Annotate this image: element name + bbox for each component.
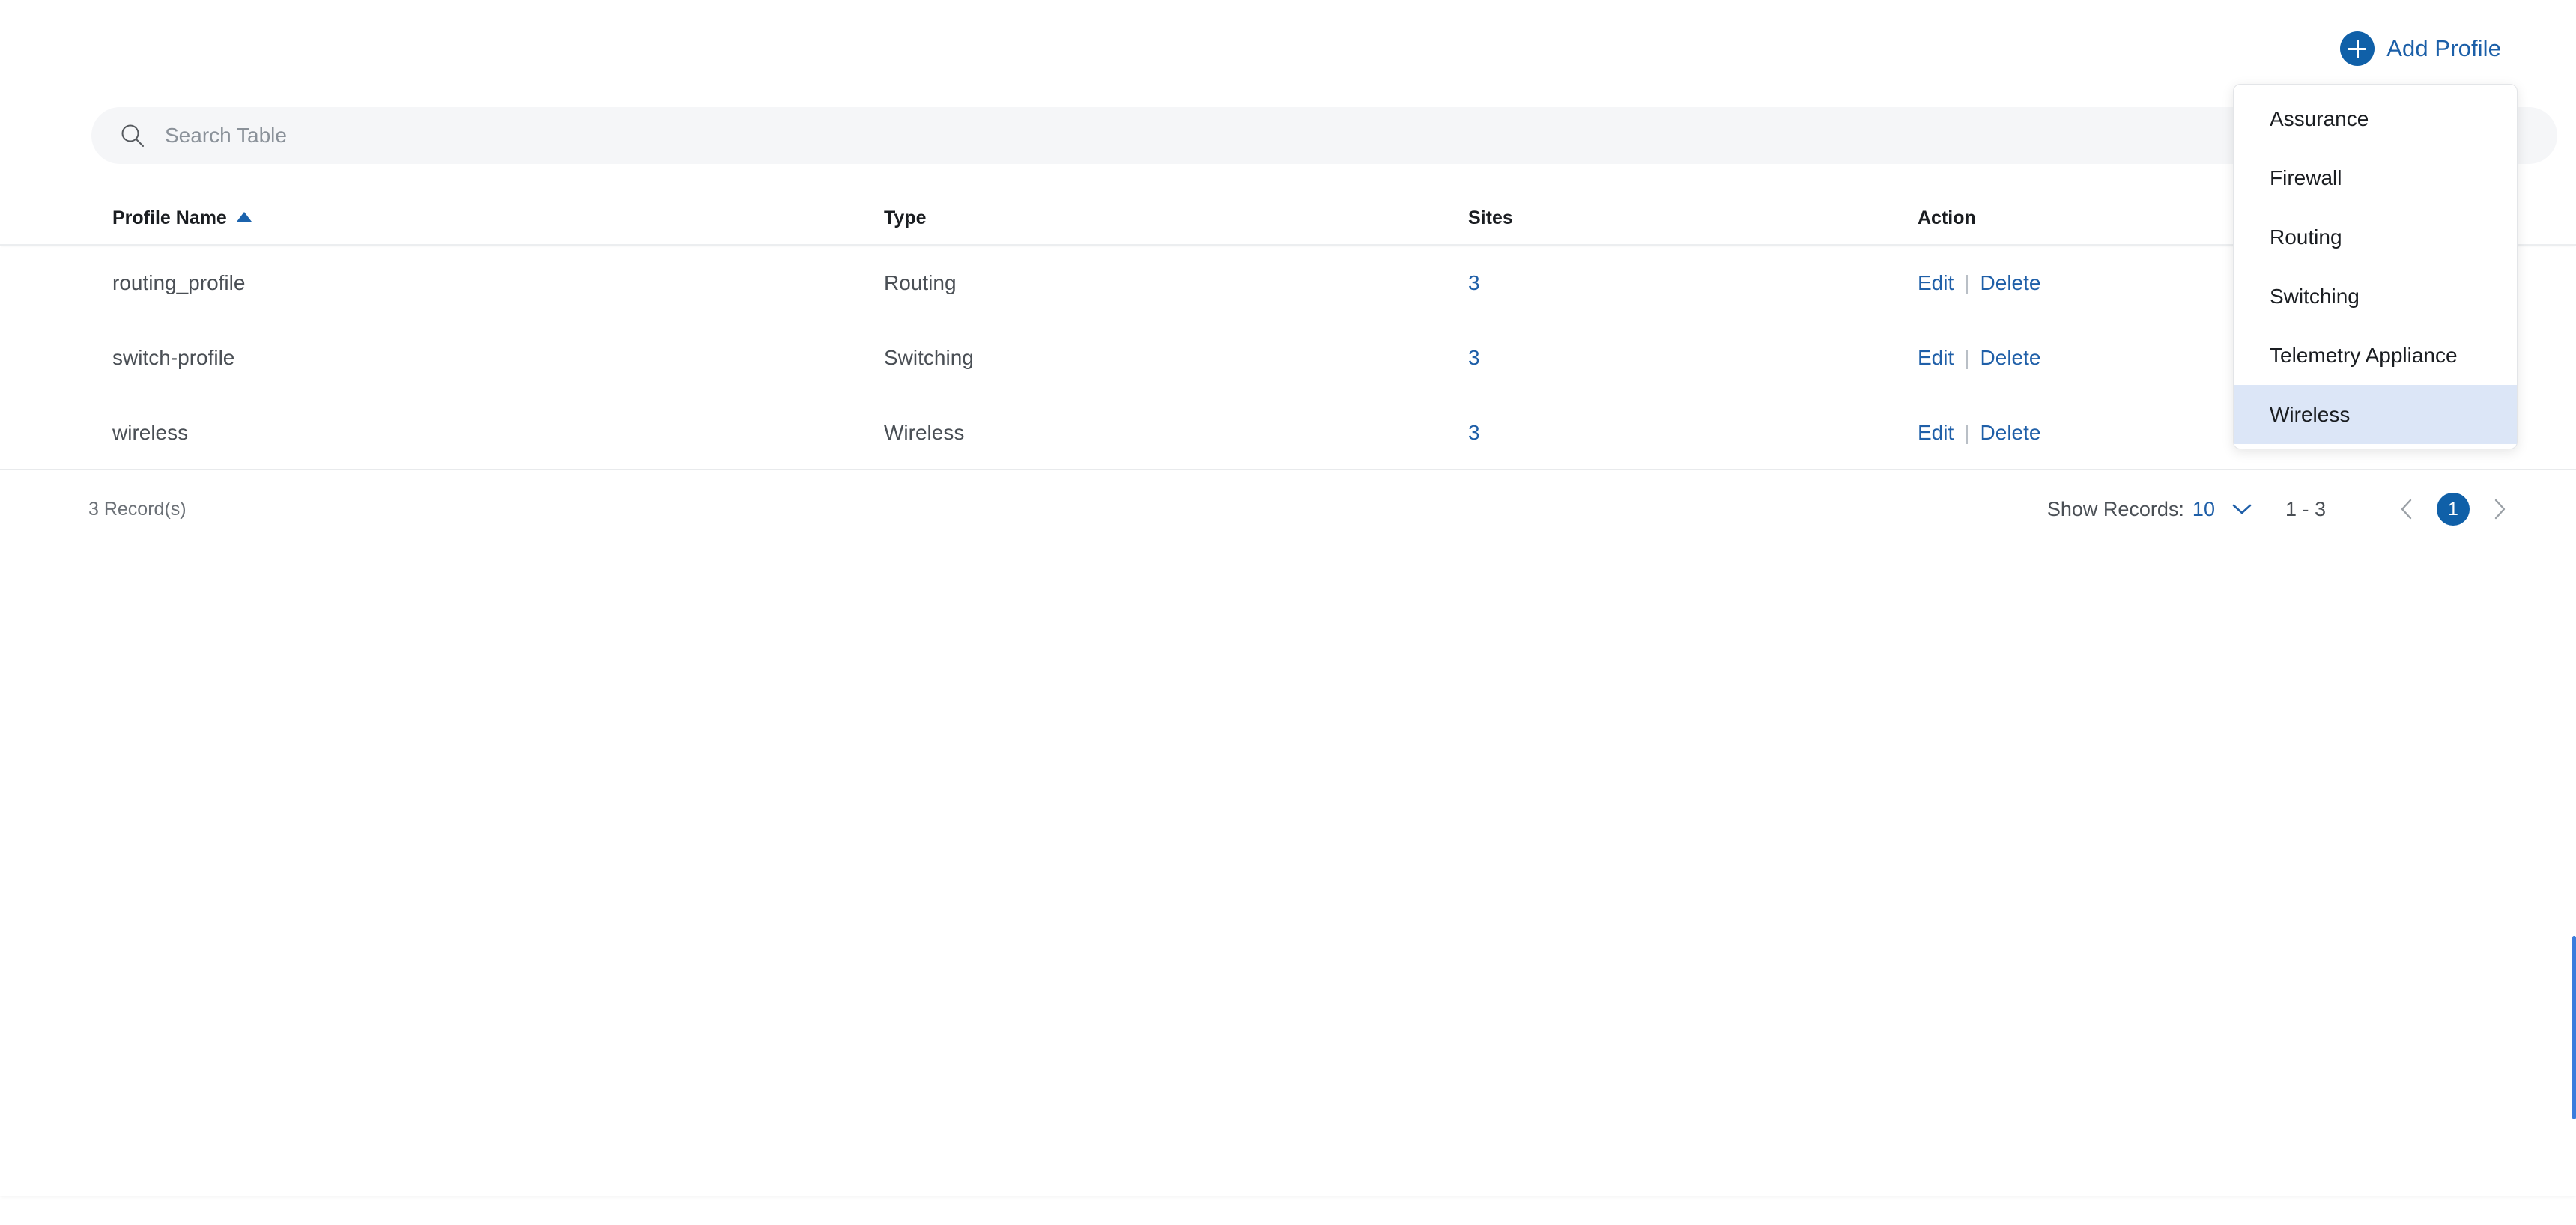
chevron-left-icon[interactable] (2390, 493, 2423, 526)
table-header-row: Profile Name Type Sites Action (0, 192, 2576, 246)
column-header-sites-label: Sites (1468, 207, 1513, 228)
dropdown-item-wireless[interactable]: Wireless (2234, 385, 2517, 444)
action-separator: | (1964, 345, 1970, 369)
search-bar[interactable] (91, 107, 2557, 164)
sites-link[interactable]: 3 (1468, 271, 1480, 294)
dropdown-item-label: Firewall (2270, 165, 2342, 189)
cell-profile-name: wireless (112, 420, 189, 444)
add-profile-label: Add Profile (2386, 35, 2501, 61)
dropdown-item-label: Wireless (2270, 402, 2351, 426)
dropdown-item-label: Switching (2270, 284, 2360, 308)
search-icon (120, 123, 145, 148)
delete-link[interactable]: Delete (1981, 346, 2041, 370)
table-row: switch-profile Switching 3 Edit | Delete (0, 320, 2576, 395)
cell-profile-name: switch-profile (112, 345, 235, 369)
profiles-table: Profile Name Type Sites Action routing_p… (0, 192, 2576, 470)
column-header-profile-name[interactable]: Profile Name (112, 207, 884, 229)
dropdown-item-label: Routing (2270, 225, 2342, 249)
table-footer: 3 Record(s) Show Records: 10 1 - 3 1 (0, 479, 2576, 539)
action-separator: | (1964, 270, 1970, 294)
chevron-down-icon[interactable] (2231, 502, 2252, 516)
dropdown-item-assurance[interactable]: Assurance (2234, 89, 2517, 148)
page-range-label: 1 - 3 (2285, 497, 2326, 520)
delete-link[interactable]: Delete (1981, 271, 2041, 295)
delete-link[interactable]: Delete (1981, 421, 2041, 445)
profile-type-dropdown-menu: Assurance Firewall Routing Switching Tel… (2233, 84, 2518, 449)
chevron-right-icon[interactable] (2483, 493, 2516, 526)
cell-sites: 3 (1468, 346, 1918, 370)
page-scrollbar-thumb[interactable] (2572, 936, 2576, 1119)
dropdown-item-label: Assurance (2270, 106, 2369, 130)
cell-sites: 3 (1468, 271, 1918, 295)
record-count-label: 3 Record(s) (88, 498, 187, 520)
column-header-type[interactable]: Type (884, 207, 1468, 229)
action-separator: | (1964, 420, 1970, 444)
cell-type: Wireless (884, 420, 965, 444)
page-number-1[interactable]: 1 (2437, 493, 2470, 526)
search-input[interactable] (165, 124, 2262, 148)
edit-link[interactable]: Edit (1918, 271, 1954, 295)
sort-ascending-icon (236, 211, 252, 222)
column-header-sites[interactable]: Sites (1468, 207, 1918, 229)
column-header-action-label: Action (1918, 207, 1976, 228)
dropdown-item-label: Telemetry Appliance (2270, 343, 2458, 367)
cell-type: Switching (884, 345, 974, 369)
add-profile-button[interactable]: Add Profile (2340, 31, 2501, 66)
page-scrollbar-track[interactable] (2570, 0, 2576, 1225)
show-records-label: Show Records: (2046, 497, 2184, 520)
table-row: wireless Wireless 3 Edit | Delete (0, 395, 2576, 470)
edit-link[interactable]: Edit (1918, 346, 1954, 370)
dropdown-item-firewall[interactable]: Firewall (2234, 148, 2517, 207)
edit-link[interactable]: Edit (1918, 421, 1954, 445)
cell-type: Routing (884, 270, 957, 294)
dropdown-item-telemetry-appliance[interactable]: Telemetry Appliance (2234, 326, 2517, 385)
column-header-profile-name-label: Profile Name (112, 207, 227, 228)
plus-circle-icon (2340, 31, 2375, 66)
profiles-page-card: Add Profile Profile Name Type Sites A (0, 0, 2576, 1196)
dropdown-item-switching[interactable]: Switching (2234, 267, 2517, 326)
cell-sites: 3 (1468, 421, 1918, 445)
pagination-controls: Show Records: 10 1 - 3 1 (2047, 493, 2516, 526)
show-records-value[interactable]: 10 (2192, 498, 2215, 521)
table-row: routing_profile Routing 3 Edit | Delete (0, 246, 2576, 320)
column-header-type-label: Type (884, 207, 927, 228)
cell-profile-name: routing_profile (112, 270, 246, 294)
sites-link[interactable]: 3 (1468, 346, 1480, 369)
dropdown-item-routing[interactable]: Routing (2234, 207, 2517, 267)
sites-link[interactable]: 3 (1468, 421, 1480, 444)
